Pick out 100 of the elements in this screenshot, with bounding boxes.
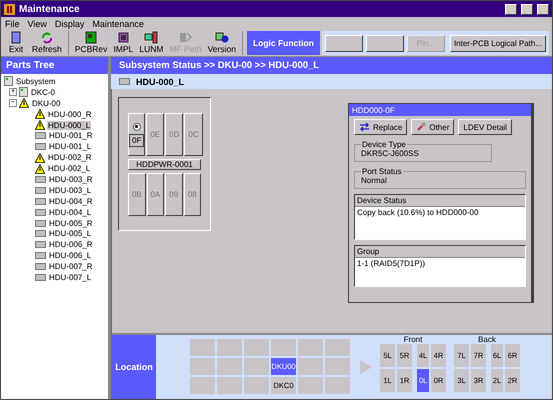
close-button[interactable] [537, 4, 549, 14]
list-row-text: Copy back (10.6%) to HDD000-00 [356, 207, 480, 218]
toolbar-button[interactable]: Refresh [30, 31, 64, 55]
tree-item[interactable]: HDU-002_R [47, 153, 93, 162]
tree-item[interactable]: HDU-005_R [48, 218, 94, 228]
tree-item[interactable]: DKC-0 [30, 88, 56, 97]
location-cell[interactable] [217, 339, 242, 356]
section-label: Front [404, 335, 422, 344]
toolbar-button[interactable]: LUNM [137, 31, 166, 55]
function-button[interactable] [366, 34, 404, 52]
version-icon [214, 31, 229, 44]
action-button[interactable]: Other [411, 119, 454, 135]
function-tab[interactable]: Logic Function [246, 31, 320, 55]
list-header: Group [355, 246, 525, 258]
location-cell[interactable] [325, 358, 350, 375]
tree-item[interactable]: HDU-004_R [48, 196, 94, 206]
drive-icon [35, 241, 46, 248]
drive-icon [119, 78, 130, 85]
location-cell[interactable] [298, 377, 323, 394]
maximize-button[interactable] [521, 4, 533, 14]
wrench-icon [416, 122, 426, 132]
action-button[interactable]: LDEV Detail [458, 119, 512, 135]
tree-item[interactable]: DKU-00 [31, 98, 62, 108]
location-cell[interactable] [298, 339, 323, 356]
tree-item[interactable]: HDU-007_L [48, 272, 92, 282]
drive-icon [35, 176, 46, 183]
tree-item[interactable]: HDU-006_L [48, 251, 92, 260]
action-button[interactable]: Replace [354, 119, 408, 135]
tree-item[interactable]: HDU-005_L [48, 229, 92, 238]
drive-icon [35, 220, 46, 227]
drive-icon [35, 186, 46, 194]
location-cell[interactable] [217, 358, 242, 375]
menu-item[interactable]: Display [54, 18, 84, 28]
location-cell[interactable] [298, 358, 323, 375]
tree-item[interactable]: HDU-000_L [47, 120, 92, 130]
field-value: Normal [361, 176, 387, 185]
swap-arrows-icon [359, 122, 370, 132]
menu-item[interactable]: View [28, 18, 47, 28]
unit-title: HDU-000_L [136, 76, 184, 86]
tree-item[interactable]: HDU-003_R [48, 174, 94, 184]
location-cell[interactable] [190, 358, 215, 375]
menu-item[interactable]: Maintenance [92, 18, 144, 28]
toolbar-button[interactable]: Version [206, 31, 238, 55]
panel-title: Parts Tree [1, 57, 108, 74]
drive-icon [35, 143, 46, 150]
location-cell[interactable] [325, 339, 350, 356]
tree-item[interactable]: HDU-001_R [48, 131, 94, 140]
tree-item[interactable]: HDU-001_L [48, 142, 92, 152]
tree-item[interactable]: HDU-002_L [47, 164, 92, 174]
chip-icon [116, 31, 130, 44]
warning-icon [35, 109, 45, 120]
group-label: Device Type [361, 140, 407, 149]
toolbar-button[interactable]: PCBRev [72, 31, 110, 55]
location-cell[interactable] [271, 339, 296, 356]
location-cell[interactable] [217, 377, 242, 394]
server-icon [19, 87, 28, 98]
location-cell[interactable] [190, 339, 215, 356]
function-button[interactable]: Inter-PCB Logical Path... [450, 34, 546, 52]
toolbar-button[interactable]: IMPL [111, 31, 136, 55]
warning-icon [19, 98, 29, 108]
app-icon [4, 4, 15, 14]
drive-icon [35, 230, 46, 238]
section-label: Location [112, 335, 156, 399]
list-row-text: 1-1 (RAID5(7D1P)) [356, 258, 426, 269]
breadcrumb: Subsystem Status >> DKU-00 >> HDU-000_L [111, 57, 552, 74]
menu-item[interactable]: File [5, 18, 20, 28]
radio-button[interactable] [132, 122, 141, 130]
location-cell[interactable] [244, 377, 269, 394]
refresh-icon [40, 31, 54, 44]
field-value: DKR5C-J600SS [361, 149, 419, 158]
drive-icon [35, 132, 46, 140]
window-title: Maintenance [19, 4, 81, 14]
location-cell[interactable] [244, 358, 269, 375]
power-unit[interactable]: HDDPWR-0001 [128, 159, 201, 170]
minimize-button[interactable] [505, 4, 517, 14]
panel-title: HDD000-0F [349, 104, 531, 116]
toolbar-button[interactable]: Exit [4, 31, 28, 55]
location-cell[interactable] [325, 377, 350, 394]
tree-item[interactable]: HDU-000_R [47, 110, 93, 119]
tree-item[interactable]: HDU-006_R [48, 240, 94, 250]
warning-icon [35, 152, 45, 163]
tree-item[interactable]: Subsystem [15, 76, 57, 86]
tree-item[interactable]: HDU-003_L [48, 186, 92, 195]
drive-icon [35, 252, 46, 260]
circuit-board-icon [84, 31, 98, 44]
tree-item[interactable]: HDU-007_R [48, 262, 94, 272]
exit-icon [9, 31, 23, 44]
tree-item[interactable]: HDU-004_L [48, 208, 92, 217]
drive-icon [35, 208, 46, 216]
drive-icon [35, 198, 46, 205]
warning-icon [35, 164, 45, 174]
section-label: Back [478, 335, 496, 344]
drive-slot[interactable]: 0F [128, 113, 146, 156]
drive-icon [35, 274, 46, 281]
warning-icon [35, 120, 45, 130]
location-cell[interactable] [190, 377, 215, 394]
group-label: Port Status [361, 167, 403, 176]
function-button[interactable] [324, 34, 363, 52]
location-cell[interactable] [244, 339, 269, 356]
arrow-icon [360, 360, 372, 374]
